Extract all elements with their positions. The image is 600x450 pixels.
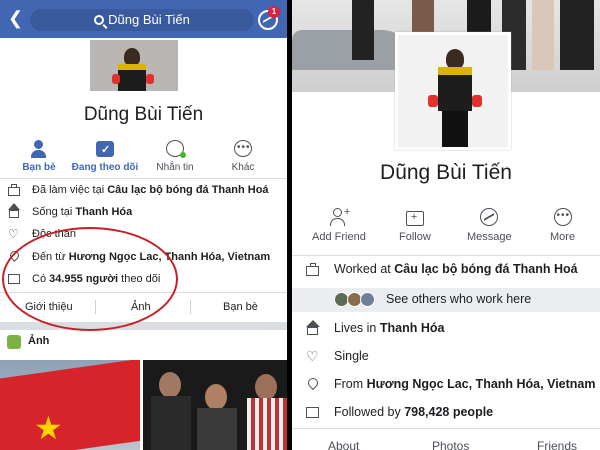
info-work: Đã làm việc tại Câu lạc bộ bóng đá Thanh… [8, 182, 283, 198]
follow-button[interactable]: + Follow [399, 208, 431, 243]
glove-left [428, 95, 438, 107]
photos-icon [7, 335, 21, 349]
back-icon[interactable]: ❮ [8, 8, 23, 28]
flag-star: ★ [34, 410, 63, 446]
info-from: From Hương Ngọc Lac, Thanh Hóa, Vietnam [304, 375, 596, 393]
briefcase-icon [306, 263, 319, 276]
tab-photos[interactable]: Photos [432, 439, 469, 450]
divider [292, 255, 600, 256]
player-head [446, 49, 464, 69]
follow-icon: + [404, 208, 426, 228]
photos-section-header[interactable]: Ảnh [0, 330, 287, 354]
player-jersey [118, 64, 146, 91]
top-nav-bar: ❮ Dũng Bùi Tiến 1 [0, 0, 287, 38]
info-from: Đến từ Hương Ngọc Lac, Thanh Hóa, Vietna… [8, 249, 283, 265]
location-pin-icon [8, 249, 21, 263]
more-button[interactable]: ••• Khác [208, 140, 278, 173]
tab-friends[interactable]: Friends [537, 439, 577, 450]
profile-name: Dũng Bùi Tiến [380, 161, 512, 184]
location-pin-icon [305, 375, 321, 391]
divider [292, 428, 600, 429]
avatar [360, 292, 375, 307]
glove-left [112, 74, 120, 84]
info-followers: Có 34.955 người theo dõi [8, 271, 283, 287]
home-icon [306, 320, 320, 335]
info-lives: Lives in Thanh Hóa [304, 319, 596, 337]
tab-about[interactable]: Giới thiệu [25, 301, 73, 313]
tab-friends[interactable]: Bạn bè [223, 301, 258, 313]
search-bar[interactable]: Dũng Bùi Tiến [30, 9, 254, 31]
glove-right [146, 74, 154, 84]
photo-group[interactable] [143, 360, 287, 450]
player-shorts [442, 111, 468, 147]
heart-icon: ♡ [8, 227, 19, 241]
section-gap [0, 322, 287, 330]
messenger-icon [164, 140, 186, 158]
info-lives: Sống tại Thanh Hóa [8, 203, 283, 220]
add-friend-icon: + [328, 206, 350, 228]
messenger-icon [478, 208, 500, 228]
friends-icon [28, 140, 50, 158]
mobile-profile-vietnamese: ❮ Dũng Bùi Tiến 1 Dũng Bùi Tiến Bạn bè ✓… [0, 0, 287, 450]
info-relationship: ♡ Độc thân [8, 227, 77, 241]
flag-red [0, 360, 140, 450]
add-friend-button[interactable]: + Add Friend [312, 206, 366, 243]
tab-about[interactable]: About [328, 439, 359, 450]
message-button[interactable]: Nhắn tin [140, 140, 210, 173]
followers-icon [306, 406, 319, 419]
info-relationship: ♡ Single [306, 348, 369, 364]
info-followers: Followed by 798,428 people [304, 403, 596, 421]
more-button[interactable]: ••• More [550, 208, 575, 243]
message-button[interactable]: Message [467, 208, 512, 243]
heart-icon: ♡ [306, 348, 319, 364]
profile-tabs: About Photos Friends [292, 432, 600, 450]
following-button[interactable]: ✓ Đang theo dõi [70, 140, 140, 173]
more-icon: ••• [552, 208, 574, 228]
photo-flag[interactable]: ★ [0, 360, 140, 450]
briefcase-icon [8, 184, 20, 196]
home-icon [8, 203, 20, 218]
profile-actions: Bạn bè ✓ Đang theo dõi Nhắn tin ••• Khác [0, 140, 287, 182]
profile-name: Dũng Bùi Tiến [83, 104, 204, 125]
profile-actions: + Add Friend + Follow Message ••• More [292, 206, 600, 248]
search-icon [94, 15, 105, 25]
profile-english: Dũng Bùi Tiến + Add Friend + Follow Mess… [292, 0, 600, 450]
glove-right [472, 95, 482, 107]
divider [0, 292, 287, 293]
tab-photos[interactable]: Ảnh [131, 301, 151, 313]
profile-picture[interactable] [395, 32, 511, 150]
info-work: Worked at Câu lạc bộ bóng đá Thanh Hoá [304, 260, 596, 278]
player-jersey [438, 67, 472, 111]
coworkers-row[interactable]: See others who work here [292, 288, 600, 312]
following-icon: ✓ [94, 140, 116, 158]
divider [0, 178, 287, 179]
profile-tabs: Giới thiệu Ảnh Bạn bè [0, 294, 287, 320]
followers-icon [8, 273, 20, 285]
profile-picture[interactable] [88, 38, 180, 93]
search-text: Dũng Bùi Tiến [108, 12, 190, 27]
notification-badge: 1 [268, 6, 280, 18]
more-icon: ••• [232, 140, 254, 158]
friends-button[interactable]: Bạn bè [4, 140, 74, 173]
